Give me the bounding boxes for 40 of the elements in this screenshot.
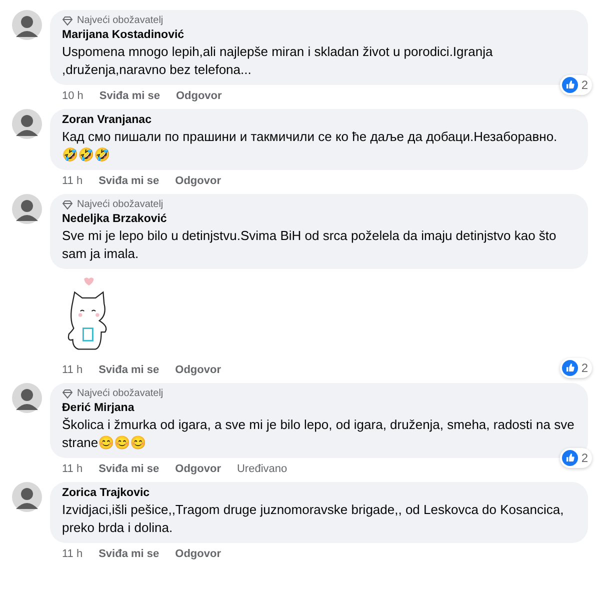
author-name[interactable]: Zoran Vranjanac: [62, 113, 576, 128]
like-link[interactable]: Sviđa mi se: [98, 172, 160, 190]
badge-label: Najveći obožavatelj: [77, 14, 164, 28]
badge-label: Najveći obožavatelj: [77, 198, 164, 212]
author-name[interactable]: Marijana Kostadinović: [62, 28, 576, 43]
comment-time[interactable]: 11 h: [62, 460, 83, 478]
reaction-count[interactable]: 2: [560, 448, 592, 468]
comment-time[interactable]: 11 h: [62, 546, 83, 562]
like-link[interactable]: Sviđa mi se: [98, 460, 160, 478]
reply-link[interactable]: Odgovor: [175, 172, 221, 190]
like-link[interactable]: Sviđa mi se: [98, 362, 160, 378]
diamond-icon: [62, 200, 73, 210]
reply-link[interactable]: Odgovor: [175, 546, 221, 562]
badge-label: Najveći obožavatelj: [77, 387, 164, 401]
author-name[interactable]: Đerić Mirjana: [62, 401, 576, 416]
reply-link[interactable]: Odgovor: [175, 362, 221, 378]
comment-text: Uspomena mnogo lepih,ali najlepše miran i skladan život u porodici.Igranja ,druženja,naravno bez telefona...: [62, 43, 494, 79]
reply-link[interactable]: Odgovor: [176, 88, 222, 104]
diamond-icon: [62, 16, 73, 26]
like-link[interactable]: Sviđa mi se: [98, 546, 160, 562]
comment-text: Кад смо пишали по прашини и такмичили се ко ће даље да добаци.Незаборавно.: [62, 128, 558, 146]
author-name[interactable]: Zorica Trajkovic: [62, 486, 576, 501]
avatar-icon[interactable]: [12, 194, 42, 224]
emoji-line: 🤣🤣🤣: [62, 146, 111, 164]
diamond-icon: [62, 389, 73, 399]
like-link[interactable]: Sviđa mi se: [99, 88, 160, 104]
avatar-icon[interactable]: [12, 109, 42, 139]
avatar-icon[interactable]: [12, 383, 42, 413]
avatar-icon[interactable]: [12, 10, 42, 40]
comment-text: Sve mi je lepo bilo u detinjstvu.Svima BiH od srca poželela da imaju detinjstvo kao što sam ja imala.: [62, 227, 558, 263]
edited-label: Uređivano: [236, 462, 288, 477]
comment-time[interactable]: 11 h: [62, 172, 83, 190]
reaction-count[interactable]: 2: [560, 75, 592, 95]
avatar-icon[interactable]: [12, 482, 42, 512]
author-name[interactable]: Nedeljka Brzaković: [62, 212, 576, 227]
comment-text: Izvidjaci,išli pešice,,Tragom druge juznomoravske brigade,, od Leskovca do Kosancica, preko brda i dolina.: [62, 501, 565, 537]
comment-time[interactable]: 11 h: [62, 362, 83, 378]
reply-link[interactable]: Odgovor: [175, 460, 221, 478]
comment-time[interactable]: 10 h: [62, 88, 84, 104]
reaction-count[interactable]: 2: [560, 358, 592, 378]
